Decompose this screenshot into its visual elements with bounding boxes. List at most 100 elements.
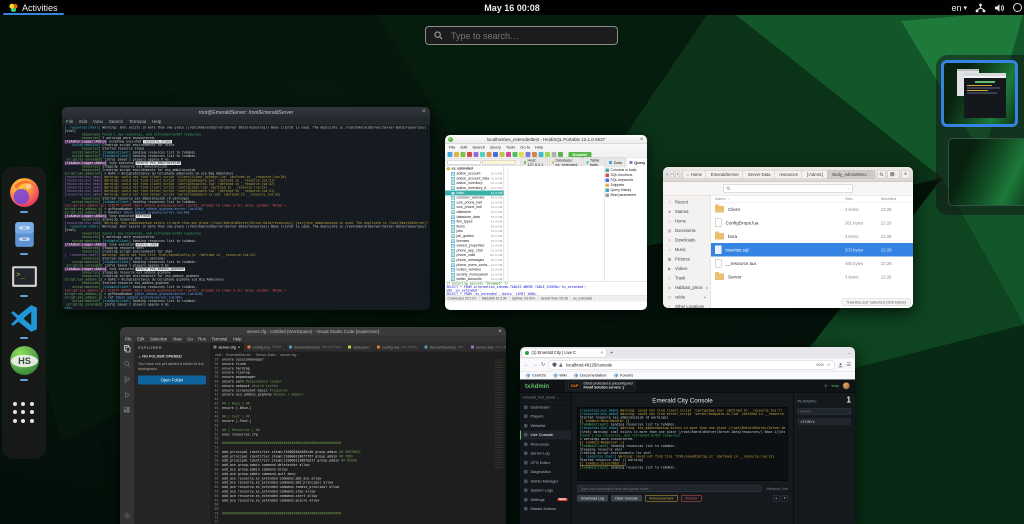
editor-tab: server.cfg × xyxy=(210,342,245,352)
hamburger-menu-button: ≡ xyxy=(901,170,910,179)
forward-button: › xyxy=(675,170,680,179)
window-files[interactable]: ‹ › ⌂ Home EmeraldServer Server-Data res… xyxy=(663,167,913,308)
shield-icon xyxy=(552,362,557,367)
editor-scrollbar xyxy=(503,357,506,524)
network-icon[interactable] xyxy=(975,3,986,13)
menu-item-icon xyxy=(524,460,528,465)
clock[interactable]: May 16 00:08 xyxy=(484,3,540,13)
table-icon xyxy=(451,220,455,224)
menu-item-icon xyxy=(524,470,528,474)
sidebar-menu-item: Master Actions xyxy=(520,504,572,513)
player-search-input xyxy=(797,408,851,415)
dock-item-terminal[interactable]: >_ xyxy=(8,260,41,297)
activity-bar xyxy=(120,342,134,524)
volume-icon[interactable] xyxy=(994,3,1005,13)
table-icon xyxy=(451,205,455,210)
window-firefox[interactable]: (1) Emerald City | Live C × + ⌄ ← → ↻ 90… xyxy=(520,347,855,524)
sidebar-item: ▦ Pictures xyxy=(667,257,690,262)
file-type-icon xyxy=(376,345,380,349)
sidebar-menu-item: System Logs xyxy=(520,486,572,495)
sidebar-item-icon: ▭ xyxy=(667,295,672,300)
bookmark-star-icon: ☆ xyxy=(826,362,831,367)
window-terminal[interactable]: root@EmeraldServer: /root/EmeraldServer … xyxy=(62,107,430,310)
running-indicator xyxy=(20,253,28,255)
explorer-icon xyxy=(123,345,131,356)
menu-item: Go to xyxy=(520,145,531,150)
table-row: phone_users_conta… 16.0 KiB xyxy=(445,263,504,268)
sidebar-menu-item: Server Log xyxy=(520,449,572,458)
firefox-icon xyxy=(9,178,39,207)
activities-button[interactable]: Activities xyxy=(0,0,67,15)
table-icon xyxy=(451,215,455,219)
toolbar-icon xyxy=(506,152,511,157)
breadcrumb-item: Server-Data xyxy=(742,169,775,179)
toolbar-icon xyxy=(499,152,505,157)
status-cell: Server time: 00:08 xyxy=(538,297,571,301)
files-sidebar: ◔ Recent ★ Starred ⌂ Home ▤ Documents ⇩ … xyxy=(663,195,711,308)
terminal-titlebar: root@EmeraldServer: /root/EmeraldServer … xyxy=(62,107,430,118)
file-icon xyxy=(715,218,722,227)
table-row: items 48.0 KiB xyxy=(445,224,504,229)
dock-item-files[interactable] xyxy=(8,218,41,255)
file-type-icon xyxy=(247,345,251,349)
back-button: ‹ xyxy=(670,170,674,179)
workspace-thumbnail-active[interactable] xyxy=(941,60,1018,127)
table-icon xyxy=(451,186,455,191)
files-app-icon xyxy=(666,173,668,176)
log-line: cfx> xyxy=(64,306,74,310)
overview-search[interactable] xyxy=(425,26,618,45)
globe-icon xyxy=(574,373,579,378)
toolbar-icon xyxy=(454,152,459,157)
search-input[interactable] xyxy=(449,29,609,42)
explorer-panel: EXPLORER ⌄ NO FOLDER OPENED You have not… xyxy=(134,342,210,524)
tab-title: (1) Emerald City | Live C xyxy=(531,350,577,356)
menu-item: Help xyxy=(535,145,544,150)
breadcrumb-item: EmeraldServer xyxy=(705,169,743,179)
database-tree: es_extended addon_account 16.0 KiB addon… xyxy=(445,166,504,281)
heidisql-app-icon xyxy=(448,136,453,142)
sidebar-item: ▤ Documents xyxy=(667,228,696,234)
table-icon xyxy=(451,277,455,281)
window-heidisql[interactable]: localhost\es_extendedtest - HeidiSQL Por… xyxy=(445,135,647,310)
menu-item: Search xyxy=(108,119,123,124)
table-icon xyxy=(451,181,455,186)
menu-item-icon xyxy=(524,451,528,456)
log-line: [ resources:shell] Warning: shel exists … xyxy=(64,225,428,229)
table-icon xyxy=(451,239,455,243)
helper-icon xyxy=(605,178,609,182)
console-action-button: Announcement xyxy=(644,495,678,502)
terminal-title: root@EmeraldServer: /root/EmeraldServer xyxy=(198,109,294,116)
file-icon xyxy=(715,272,724,280)
menu-item: Edit xyxy=(137,336,145,342)
table-icon xyxy=(451,229,455,234)
bookmark-item: Documentation xyxy=(574,373,606,378)
breadcrumb-item: [:Admin:] xyxy=(801,169,828,179)
file-row: __resource.lua 465 bytes 22:28 xyxy=(711,257,913,271)
dock-item-vscode[interactable] xyxy=(8,302,41,339)
bookmarks-bar: CentOS Wiki Documentation Forums xyxy=(520,371,855,380)
menu-item: View xyxy=(93,119,103,124)
menu-item: Tools xyxy=(505,145,516,150)
power-indicator-icon[interactable] xyxy=(1013,3,1022,12)
table-row: owned_properties 16.0 KiB xyxy=(445,243,504,248)
sidebar-item: ⇩ Downloads xyxy=(667,238,696,243)
window-vscode[interactable]: server.cfg - Untitled (Workspace) - Visu… xyxy=(120,327,506,524)
sidebar-item: ▭ cebla ▲ xyxy=(667,295,707,300)
system-tray: en ▾ xyxy=(951,3,1024,13)
close-icon: ✕ xyxy=(498,328,502,334)
keyboard-layout-indicator[interactable]: en ▾ xyxy=(951,3,967,13)
terminal-menubar: File Edit View Search Terminal Help xyxy=(62,118,430,125)
app-grid-button[interactable] xyxy=(11,400,37,426)
editor-gutter xyxy=(504,166,509,281)
menu-item-icon xyxy=(524,479,528,483)
zap-hosting-ad: ZAP DDoS protected & preconfigured FiveM… xyxy=(565,380,637,392)
new-tab-button: + xyxy=(610,349,614,356)
table-row: comserv_vehicles 48.0 KiB xyxy=(445,195,504,200)
avatar xyxy=(842,382,850,390)
dock-item-heidisql[interactable]: HS xyxy=(8,344,41,381)
sidebar-item-icon: ▭ xyxy=(667,285,672,291)
console-buttons: Download Log Clear Console Announcement Res… xyxy=(577,495,788,502)
table-icon xyxy=(451,172,455,176)
workspace-thumbnail-next[interactable] xyxy=(948,138,1024,206)
dock-item-firefox[interactable] xyxy=(8,176,41,213)
